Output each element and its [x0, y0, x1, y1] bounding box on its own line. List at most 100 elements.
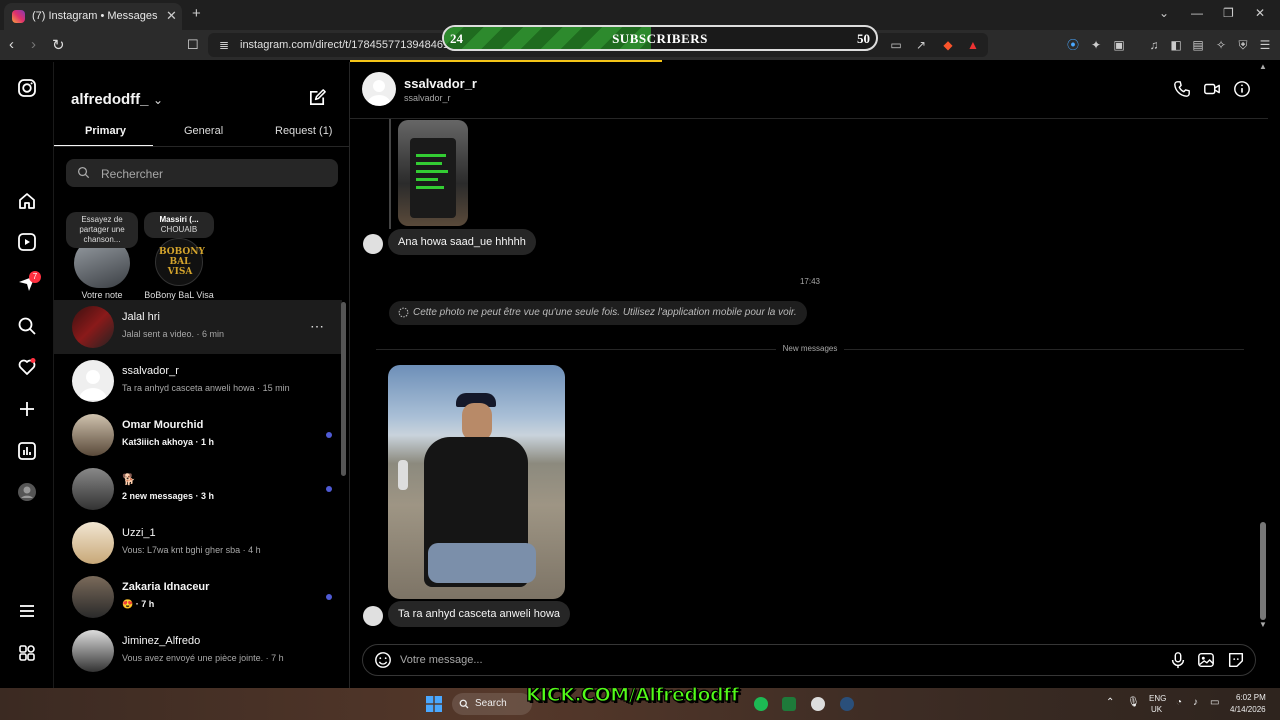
phone-call-icon[interactable] [1173, 80, 1191, 98]
conversation-preview: Vous: L7wa knt bghi gher sba · 4 h [122, 545, 261, 555]
friend-note-avatar[interactable]: BOBONY BAL VISA [155, 238, 205, 286]
tab-close-icon[interactable]: ✕ [166, 8, 177, 24]
spotify-icon[interactable] [754, 697, 768, 711]
scroll-down-arrow-icon[interactable]: ▼ [1259, 620, 1267, 629]
steam-icon[interactable] [840, 697, 854, 711]
back-icon[interactable]: ‹ [9, 36, 14, 53]
kick-watermark: KICK.COM/Alfredodff [525, 683, 739, 706]
account-username[interactable]: alfredodff_ [71, 91, 149, 108]
chat-avatar[interactable] [362, 72, 396, 106]
conversation-item[interactable]: Uzzi_1 Vous: L7wa knt bghi gher sba · 4 … [54, 516, 342, 570]
heart-icon[interactable] [17, 357, 37, 377]
profile-avatar-icon[interactable] [17, 482, 37, 502]
create-plus-icon[interactable] [17, 399, 37, 419]
share-icon[interactable]: ↗ [914, 38, 928, 52]
battery-icon[interactable]: ▭ [1210, 697, 1219, 708]
keyboard-layout[interactable]: UK [1151, 705, 1162, 714]
gallery-icon[interactable] [1197, 651, 1215, 669]
tray-chevron-icon[interactable]: ⌃ [1106, 697, 1114, 708]
more-menu-icon[interactable] [17, 601, 37, 621]
app-icon[interactable] [811, 697, 825, 711]
home-icon[interactable] [17, 191, 37, 211]
shared-image-thumbnail[interactable] [398, 120, 468, 226]
avatar [72, 360, 114, 402]
microphone-icon[interactable] [1170, 651, 1186, 669]
new-message-icon[interactable] [308, 88, 327, 107]
tab-search-chevron-icon[interactable]: ⌄ [1159, 6, 1169, 20]
new-tab-button[interactable]: + [192, 5, 201, 22]
message-input[interactable]: Votre message... [400, 654, 483, 666]
brave-rewards-icon[interactable]: ▲ [966, 38, 980, 52]
brave-shield-icon[interactable]: ◆ [941, 38, 955, 52]
clock-time[interactable]: 6:02 PM [1236, 693, 1266, 702]
info-icon[interactable] [1233, 80, 1251, 98]
chevron-down-icon[interactable]: ⌄ [153, 93, 163, 107]
more-options-icon[interactable]: ⋯ [310, 318, 324, 335]
conversation-item[interactable]: 🐕 2 new messages · 3 h [54, 462, 342, 516]
chat-scrollbar[interactable] [1260, 522, 1266, 620]
conversation-item[interactable]: Zakaria Idnaceur 😍 · 7 h [54, 570, 342, 624]
your-note-bubble[interactable]: Essayez de partager une chanson... [66, 212, 138, 248]
conversation-preview: Vous avez envoyé une pièce jointe. · 7 h [122, 653, 284, 663]
tab-requests[interactable]: Request (1) [275, 125, 332, 137]
reels-icon[interactable] [17, 232, 37, 252]
background-chair [398, 460, 408, 490]
browser-tab-instagram[interactable]: (7) Instagram • Messages ✕ [4, 3, 182, 30]
sidebar-icon[interactable]: ◧ [1169, 38, 1183, 52]
conversation-name: Omar Mourchid [122, 419, 204, 431]
tab-general[interactable]: General [184, 125, 223, 137]
wallet-icon[interactable]: ▣ [1112, 38, 1126, 52]
music-icon[interactable]: ♫ [1147, 38, 1161, 52]
sheets-icon[interactable] [782, 697, 796, 711]
windows-start-icon[interactable] [426, 696, 442, 712]
active-tab-indicator [54, 145, 153, 146]
clock-date[interactable]: 4/14/2026 [1230, 705, 1266, 714]
chat-handle: ssalvador_r [404, 93, 451, 103]
conversation-item[interactable]: Jalal hri Jalal sent a video. · 6 min ⋯ [54, 300, 342, 354]
site-settings-icon[interactable]: ≣ [217, 38, 231, 52]
speech-icon[interactable]: ⦿ [1066, 38, 1080, 52]
new-messages-divider: New messages [782, 344, 838, 353]
conversation-item[interactable]: ssalvador_r Ta ra anhyd casceta anweli h… [54, 354, 342, 408]
cast-icon[interactable]: ▭ [889, 38, 903, 52]
also-from-meta-icon[interactable] [17, 643, 37, 663]
url-text[interactable]: instagram.com/direct/t/1784557713948461 [240, 39, 449, 51]
conversation-item[interactable]: Jiminez_Alfredo Vous avez envoyé une piè… [54, 624, 342, 678]
bobony-logo: BOBONY BAL VISA [159, 247, 205, 277]
video-call-icon[interactable] [1203, 80, 1221, 98]
message-composer[interactable] [362, 644, 1256, 676]
keyboard-language[interactable]: ENG [1149, 694, 1166, 703]
menu-icon[interactable]: ☰ [1258, 38, 1272, 52]
message-timestamp: 17:43 [799, 277, 821, 286]
avatar [72, 468, 114, 510]
wallet-card-icon[interactable]: ▤ [1191, 38, 1205, 52]
inbox-scrollbar[interactable] [341, 302, 346, 476]
extensions-icon[interactable]: ✦ [1089, 38, 1103, 52]
emoji-icon[interactable] [374, 651, 392, 669]
sticker-icon[interactable] [1227, 651, 1245, 669]
dashboard-icon[interactable] [17, 441, 37, 461]
conversation-item[interactable]: Omar Mourchid Kat3iiich akhoya · 1 h [54, 408, 342, 462]
friend-note-bubble[interactable]: Massiri (... CHOUAIB [144, 212, 214, 238]
volume-icon[interactable]: ♪ [1193, 697, 1198, 708]
subscriber-label: SUBSCRIBERS [612, 31, 708, 46]
window-close-icon[interactable]: ✕ [1255, 6, 1265, 20]
wifi-icon[interactable]: ◔ [1176, 697, 1182, 708]
chat-title[interactable]: ssalvador_r [404, 76, 477, 91]
forward-icon[interactable]: › [31, 36, 36, 53]
minimize-icon[interactable]: — [1191, 6, 1203, 20]
conversation-preview: Ta ra anhyd casceta anweli howa · 15 min [122, 383, 290, 393]
subscriber-goal-bar: 24 SUBSCRIBERS 50 [442, 25, 878, 51]
reload-icon[interactable]: ↻ [52, 36, 65, 54]
bookmark-icon[interactable]: ☐ [187, 37, 199, 53]
vpn-icon[interactable]: ⛨ [1236, 38, 1250, 52]
tab-primary[interactable]: Primary [85, 125, 126, 137]
sender-avatar [363, 606, 383, 626]
scroll-up-arrow-icon[interactable]: ▲ [1259, 62, 1267, 71]
instagram-logo-icon[interactable] [17, 78, 37, 98]
tray-mic-icon[interactable]: 🎙 [1127, 697, 1140, 708]
photo-message[interactable] [388, 365, 565, 599]
maximize-icon[interactable]: ❐ [1223, 6, 1234, 20]
search-icon[interactable] [17, 316, 37, 336]
leo-icon[interactable]: ✧ [1214, 38, 1228, 52]
